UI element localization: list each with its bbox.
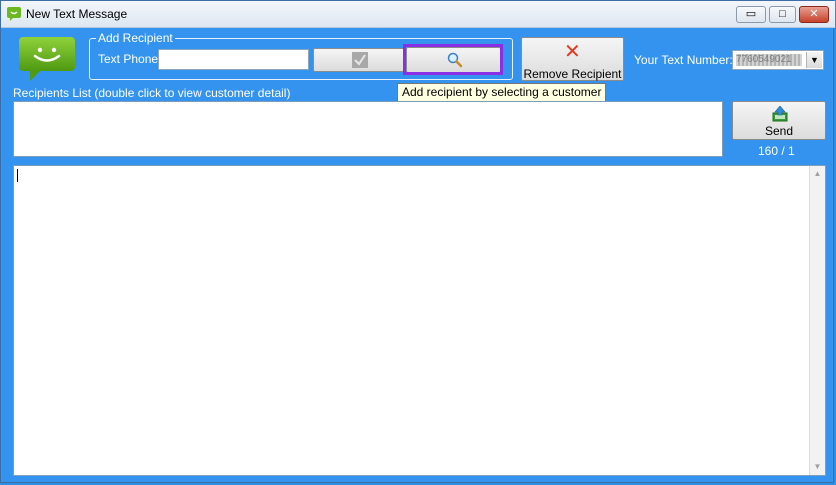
text-caret <box>17 169 18 182</box>
tooltip: Add recipient by selecting a customer <box>397 83 607 102</box>
x-icon: ✕ <box>564 41 581 63</box>
add-recipient-title: Add Recipient <box>96 31 175 45</box>
maximize-icon: □ <box>779 8 786 20</box>
send-label: Send <box>764 124 794 138</box>
send-button[interactable]: Send <box>732 101 826 140</box>
magnifier-icon <box>447 52 463 68</box>
message-textarea[interactable]: ▲ ▼ <box>13 165 826 476</box>
vertical-scrollbar[interactable]: ▲ ▼ <box>809 166 825 475</box>
check-icon <box>352 52 368 68</box>
your-text-number-select[interactable]: 7760549021 ▼ <box>732 50 824 70</box>
chat-bubble-icon <box>19 37 75 81</box>
minimize-button[interactable]: ▭ <box>736 6 766 23</box>
select-customer-button[interactable] <box>406 47 501 73</box>
recipients-list-label: Recipients List (double click to view cu… <box>13 86 291 100</box>
maximize-button[interactable]: □ <box>769 6 796 23</box>
your-text-number-value: 7760549021 <box>736 54 802 66</box>
text-phone-input[interactable] <box>158 49 309 70</box>
chevron-down-icon[interactable]: ▼ <box>806 52 822 68</box>
send-icon <box>772 106 788 122</box>
minimize-icon: ▭ <box>745 8 757 20</box>
message-app-icon <box>7 7 21 21</box>
confirm-recipient-button[interactable] <box>313 48 405 72</box>
remove-recipient-label: Remove Recipient <box>523 67 622 81</box>
title-bar[interactable]: New Text Message ▭ □ ✕ <box>1 1 835 28</box>
close-button[interactable]: ✕ <box>799 6 829 23</box>
close-icon: ✕ <box>809 8 819 20</box>
window-title: New Text Message <box>26 7 128 21</box>
character-counter: 160 / 1 <box>758 144 795 158</box>
new-text-message-window: New Text Message ▭ □ ✕ Add Recipient Tex… <box>0 0 835 483</box>
recipients-list[interactable] <box>13 101 723 157</box>
remove-recipient-button[interactable]: ✕ Remove Recipient <box>521 37 624 81</box>
scroll-down-icon[interactable]: ▼ <box>810 459 825 475</box>
your-text-number-label: Your Text Number: <box>634 53 733 67</box>
scroll-up-icon[interactable]: ▲ <box>810 166 825 182</box>
text-phone-label: Text Phone: <box>98 52 162 66</box>
